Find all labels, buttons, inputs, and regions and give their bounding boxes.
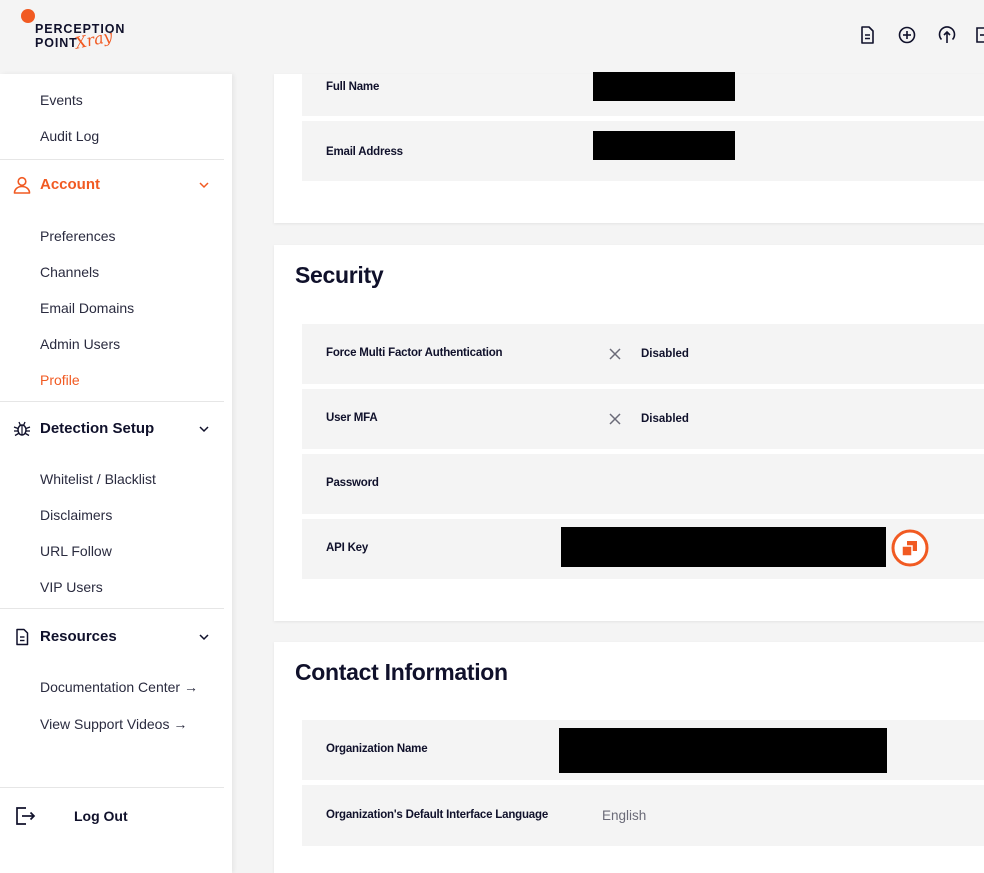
export-icon[interactable] <box>974 24 984 46</box>
section-title-contact-information: Contact Information <box>295 659 508 685</box>
sidebar-divider <box>0 787 224 788</box>
row-label: API Key <box>326 542 369 554</box>
sidebar-divider <box>0 401 224 402</box>
contact-row-organization-name: Organization Name <box>302 720 984 780</box>
copy-icon[interactable] <box>890 528 930 568</box>
logo-text-point: POINT <box>35 36 78 50</box>
profile-row-full-name: Full Name <box>302 72 984 116</box>
row-label: Force Multi Factor Authentication <box>326 347 503 359</box>
row-label: Organization's Default Interface Languag… <box>326 809 549 821</box>
perception-point-logo[interactable]: PERCEPTION POINT Xray <box>20 9 130 65</box>
redacted-value <box>593 131 735 160</box>
logout-label: Log Out <box>74 808 128 824</box>
logout-button[interactable]: Log Out <box>0 789 232 843</box>
sidebar-item-url-follow[interactable]: URL Follow <box>40 543 112 559</box>
sidebar-item-channels[interactable]: Channels <box>40 264 99 280</box>
redacted-value <box>593 72 735 101</box>
sidebar-section-account[interactable]: Account <box>0 171 224 201</box>
row-label: Organization Name <box>326 743 428 755</box>
sidebar-link-view-support-videos[interactable]: View Support Videos → <box>40 716 187 732</box>
sidebar-section-label: Detection Setup <box>40 420 155 437</box>
sidebar-item-audit-log[interactable]: Audit Log <box>40 128 99 144</box>
contact-information-card: Contact Information Organization Name Or… <box>274 642 984 873</box>
sidebar-item-whitelist-blacklist[interactable]: Whitelist / Blacklist <box>40 471 156 487</box>
sidebar: Events Audit Log Account Preferences Cha… <box>0 74 232 873</box>
sidebar-item-disclaimers[interactable]: Disclaimers <box>40 507 112 523</box>
add-circle-icon[interactable] <box>896 24 918 46</box>
sidebar-section-resources[interactable]: Resources <box>0 623 224 653</box>
upload-icon[interactable] <box>936 24 958 46</box>
sidebar-item-vip-users[interactable]: VIP Users <box>40 579 103 595</box>
profile-card: Full Name Email Address <box>274 72 984 223</box>
section-title-security: Security <box>295 262 384 288</box>
sidebar-section-detection-setup[interactable]: Detection Setup <box>0 415 224 445</box>
document-icon[interactable] <box>856 24 878 46</box>
sidebar-item-profile[interactable]: Profile <box>40 372 80 388</box>
row-label: Password <box>326 477 379 489</box>
chevron-down-icon <box>199 634 209 641</box>
sidebar-divider <box>0 159 224 160</box>
sidebar-section-label: Account <box>40 176 100 193</box>
logo-dot <box>21 9 35 23</box>
row-label: Email Address <box>326 146 403 158</box>
contact-row-default-language: Organization's Default Interface Languag… <box>302 785 984 846</box>
sidebar-section-label: Resources <box>40 628 117 645</box>
bug-icon <box>13 421 31 437</box>
sidebar-item-admin-users[interactable]: Admin Users <box>40 336 120 352</box>
status-value: Disabled <box>641 413 689 425</box>
redacted-value <box>559 728 887 773</box>
row-label: Full Name <box>326 81 380 93</box>
user-icon <box>13 176 31 194</box>
top-bar: PERCEPTION POINT Xray <box>0 0 984 74</box>
security-row-user-mfa: User MFA Disabled <box>302 389 984 449</box>
sidebar-item-events[interactable]: Events <box>40 92 83 108</box>
redacted-value <box>561 527 886 567</box>
language-value: English <box>602 808 647 823</box>
security-card: Security Force Multi Factor Authenticati… <box>274 245 984 621</box>
security-row-force-mfa: Force Multi Factor Authentication Disabl… <box>302 324 984 384</box>
status-value: Disabled <box>641 348 689 360</box>
sidebar-link-documentation-center[interactable]: Documentation Center → <box>40 679 198 695</box>
row-label: User MFA <box>326 412 378 424</box>
sidebar-item-preferences[interactable]: Preferences <box>40 228 115 244</box>
profile-row-email-address: Email Address <box>302 121 984 181</box>
chevron-down-icon <box>199 182 209 189</box>
sidebar-item-email-domains[interactable]: Email Domains <box>40 300 134 316</box>
security-row-api-key: API Key <box>302 519 984 579</box>
sidebar-divider <box>0 608 224 609</box>
chevron-down-icon <box>199 426 209 433</box>
logout-icon <box>16 807 36 825</box>
close-icon <box>609 413 621 425</box>
document-icon <box>16 628 29 646</box>
security-row-password: Password <box>302 454 984 514</box>
close-icon <box>609 348 621 360</box>
